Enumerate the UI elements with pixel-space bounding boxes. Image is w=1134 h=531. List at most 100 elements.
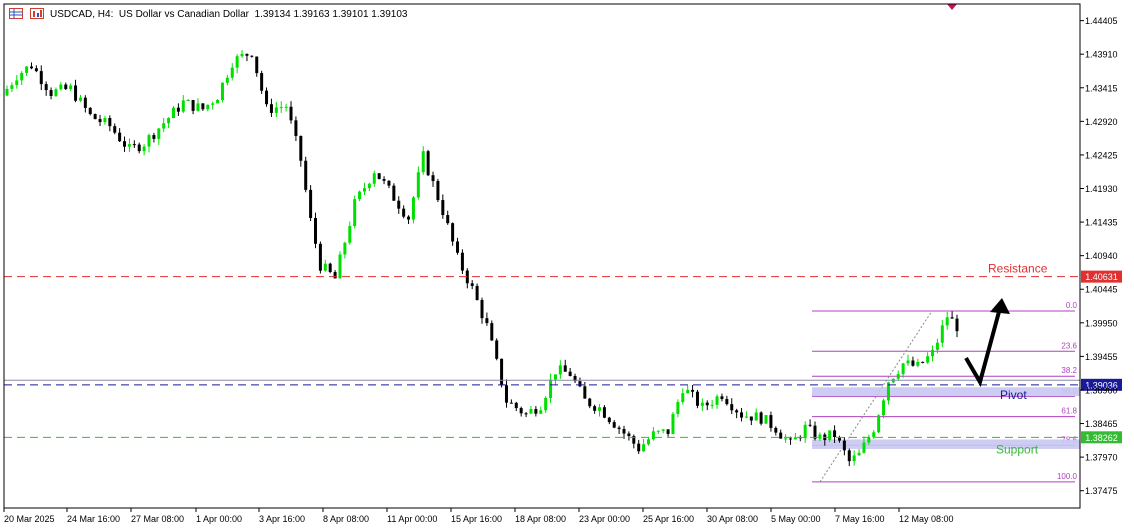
candle-body xyxy=(362,188,366,192)
candle-body xyxy=(779,432,783,439)
candle-body xyxy=(416,172,420,198)
time-tick-label: 8 Apr 08:00 xyxy=(323,514,369,524)
candle-body xyxy=(818,434,822,439)
fib-level-label: 61.8 xyxy=(1061,407,1077,416)
candle-body xyxy=(646,439,650,445)
candle-body xyxy=(54,89,58,96)
candle-body xyxy=(441,200,445,216)
candle-body xyxy=(877,415,881,433)
candle-body xyxy=(358,191,362,200)
time-tick-label: 27 Mar 08:00 xyxy=(131,514,184,524)
candle-body xyxy=(793,437,797,440)
candle-body xyxy=(529,409,533,414)
candle-body xyxy=(847,450,851,462)
candle-body xyxy=(162,123,166,129)
candle-body xyxy=(842,440,846,451)
bars-chart-icon[interactable] xyxy=(30,8,44,19)
candle-body xyxy=(764,415,768,424)
candle-body xyxy=(563,365,567,372)
fib-level-label: 100.0 xyxy=(1057,472,1078,481)
price-tick-label: 1.41930 xyxy=(1085,184,1118,194)
candle-body xyxy=(216,100,220,104)
candle-body xyxy=(524,413,528,415)
candle-body xyxy=(896,374,900,379)
candle-body xyxy=(250,55,254,57)
symbol-info: USDCAD, H4: US Dollar vs Canadian Dollar… xyxy=(50,9,408,20)
candle-body xyxy=(196,103,200,111)
candle-body xyxy=(25,66,29,73)
price-tick-label: 1.39455 xyxy=(1085,352,1118,362)
candle-body xyxy=(720,396,724,400)
time-tick-label: 30 Apr 08:00 xyxy=(707,514,758,524)
candle-body xyxy=(74,85,78,101)
time-tick-label: 11 Apr 00:00 xyxy=(387,514,437,524)
candle-body xyxy=(754,412,758,421)
candle-body xyxy=(372,173,376,184)
time-tick-label: 12 May 08:00 xyxy=(899,514,954,524)
candle-body xyxy=(78,97,82,101)
candle-body xyxy=(710,404,714,406)
candle-body xyxy=(323,263,327,271)
candle-body xyxy=(935,342,939,350)
level-support-label: Support xyxy=(996,442,1039,456)
candle-body xyxy=(867,437,871,443)
candle-body xyxy=(813,425,817,439)
candle-body xyxy=(191,100,195,111)
time-tick-label: 15 Apr 16:00 xyxy=(451,514,502,524)
candle-body xyxy=(872,432,876,438)
candle-body xyxy=(142,146,146,152)
candle-body xyxy=(186,100,190,102)
candle-body xyxy=(69,85,73,90)
candle-body xyxy=(598,407,602,411)
candle-body xyxy=(245,53,249,56)
candle-body xyxy=(176,107,180,112)
time-tick-label: 18 Apr 08:00 xyxy=(515,514,566,524)
candle-body xyxy=(808,424,812,426)
candle-body xyxy=(152,135,156,139)
candle-body xyxy=(661,429,665,431)
candle-body xyxy=(294,120,298,136)
candle-body xyxy=(333,272,337,279)
price-axis: 1.44405 1.43910 1.43415 1.42920 1.42425 1.419… xyxy=(1080,16,1118,496)
time-tick-label: 3 Apr 16:00 xyxy=(259,514,305,524)
candle-body xyxy=(343,242,347,255)
candle-body xyxy=(260,73,264,91)
candle-body xyxy=(201,103,205,110)
candle-body xyxy=(926,356,930,363)
candle-body xyxy=(622,429,626,434)
candle-body xyxy=(921,361,925,363)
candle-body xyxy=(64,84,68,90)
candle-body xyxy=(284,106,288,108)
candle-body xyxy=(314,218,318,244)
horizontal-levels[interactable]: Resistance1.40631Pivot1.39036Support1.38… xyxy=(4,262,1122,457)
candle-body xyxy=(446,215,450,224)
level-resistance-label: Resistance xyxy=(988,262,1048,276)
price-tick-label: 1.40445 xyxy=(1085,285,1118,295)
candle-body xyxy=(534,409,538,414)
candle-body xyxy=(167,117,171,124)
candle-body xyxy=(676,401,680,414)
candle-body xyxy=(255,56,259,74)
candle-body xyxy=(402,208,406,217)
candle-body xyxy=(108,117,112,127)
candle-body xyxy=(475,285,479,300)
candle-body xyxy=(127,144,131,147)
candle-body xyxy=(578,381,582,387)
one-click-trade-marker[interactable] xyxy=(947,4,957,10)
price-chart[interactable]: 0.023.638.250.061.878.6100.0 Resistance1… xyxy=(0,0,1134,531)
candle-body xyxy=(602,407,606,418)
price-tick-label: 1.41435 xyxy=(1085,218,1118,228)
grid-icon[interactable] xyxy=(9,8,23,19)
level-support-value: 1.38262 xyxy=(1085,433,1118,443)
price-tick-label: 1.44405 xyxy=(1085,16,1118,26)
candle-body xyxy=(705,402,709,406)
candle-body xyxy=(49,90,53,96)
candle-body xyxy=(784,438,788,440)
time-axis: 20 Mar 2025 24 Mar 16:00 27 Mar 08:00 1 Apr… xyxy=(3,508,954,524)
candle-body xyxy=(945,317,949,326)
candle-body xyxy=(235,56,239,68)
candle-body xyxy=(20,72,24,81)
candle-body xyxy=(451,223,455,242)
candle-body xyxy=(612,422,616,428)
candle-body xyxy=(132,144,136,146)
